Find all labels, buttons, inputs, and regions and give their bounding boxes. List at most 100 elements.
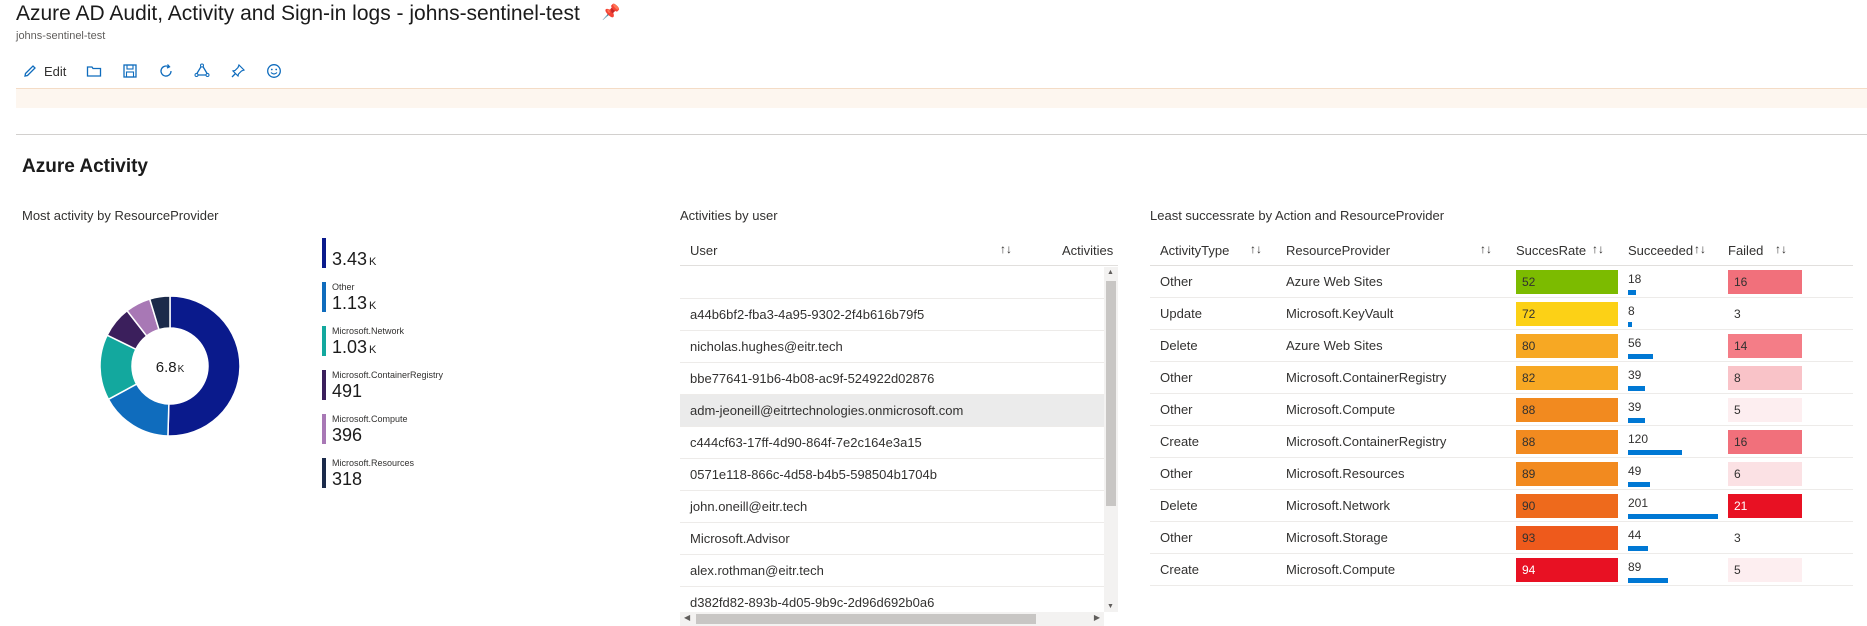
legend-value: 1.03 K xyxy=(332,337,377,357)
cell-activitytype: Create xyxy=(1160,562,1200,577)
legend-item[interactable]: Microsoft.Resources 318 xyxy=(322,458,443,502)
table-row[interactable]: Other Microsoft.Resources 89 49 6 xyxy=(1150,458,1853,490)
table-row[interactable]: bbe77641-91b6-4b08-ac9f-524922d02876 xyxy=(680,363,1104,395)
activities-by-user-grid: User ↑↓ Activities a44b6bf2-fba3-4a95-93… xyxy=(680,236,1118,626)
folder-icon xyxy=(87,66,102,77)
resource-provider-donut[interactable]: 6.8K xyxy=(100,296,240,436)
cell-succeeded: 8 xyxy=(1628,302,1728,327)
cell-resourceprovider: Azure Web Sites xyxy=(1286,274,1383,289)
cell-succeeded: 201 xyxy=(1628,494,1728,519)
edit-button[interactable]: Edit xyxy=(22,63,66,79)
table-row[interactable]: Create Microsoft.Compute 94 89 5 xyxy=(1150,554,1853,586)
cell-successrate: 52 xyxy=(1516,270,1618,294)
cell-failed: 3 xyxy=(1728,526,1802,550)
activities-by-user-title: Activities by user xyxy=(680,208,778,223)
column-header-failed[interactable]: Failed xyxy=(1728,243,1763,258)
cell-failed: 6 xyxy=(1728,462,1802,486)
table-row[interactable] xyxy=(680,267,1104,299)
legend-item[interactable]: Other 1.13 K xyxy=(322,282,443,326)
cell-succeeded: 39 xyxy=(1628,398,1728,423)
grid-header: ActivityType ↑↓ ResourceProvider ↑↓ Succ… xyxy=(1150,236,1853,266)
table-row[interactable]: Other Microsoft.ContainerRegistry 82 39 … xyxy=(1150,362,1853,394)
table-row[interactable]: Microsoft.Advisor xyxy=(680,523,1104,555)
cell-resourceprovider: Microsoft.Network xyxy=(1286,498,1391,513)
cell-successrate: 80 xyxy=(1516,334,1618,358)
column-header-activities[interactable]: Activities xyxy=(1062,243,1113,258)
scrollbar-thumb[interactable] xyxy=(696,614,1036,624)
column-header-resourceprovider[interactable]: ResourceProvider xyxy=(1286,243,1390,258)
column-header-user[interactable]: User xyxy=(690,243,717,258)
table-row[interactable]: Other Microsoft.Storage 93 44 3 xyxy=(1150,522,1853,554)
succeeded-value: 44 xyxy=(1628,528,1642,542)
sort-icon[interactable]: ↑↓ xyxy=(1250,242,1262,256)
cell-activitytype: Other xyxy=(1160,530,1193,545)
cell-resourceprovider: Microsoft.Resources xyxy=(1286,466,1405,481)
legend-item[interactable]: Microsoft.Compute 396 xyxy=(322,414,443,458)
cell-activitytype: Update xyxy=(1160,306,1202,321)
succeeded-bar xyxy=(1628,482,1650,487)
table-row[interactable]: john.oneill@eitr.tech xyxy=(680,491,1104,523)
scroll-up-icon[interactable]: ▲ xyxy=(1107,269,1114,276)
legend-item[interactable]: Microsoft.ContainerRegistry 491 xyxy=(322,370,443,414)
pin-icon[interactable]: 📌 xyxy=(602,3,621,21)
donut-legend: 3.43 K Other 1.13 K Microsoft.Network 1.03… xyxy=(322,238,443,502)
sort-icon[interactable]: ↑↓ xyxy=(1775,242,1787,256)
column-header-successrate[interactable]: SuccesRate xyxy=(1516,243,1586,258)
legend-item[interactable]: Microsoft.Network 1.03 K xyxy=(322,326,443,370)
cell-successrate: 72 xyxy=(1516,302,1618,326)
table-row[interactable]: adm-jeoneill@eitrtechnologies.onmicrosof… xyxy=(680,395,1104,427)
cell-activitytype: Other xyxy=(1160,274,1193,289)
cell-activitytype: Other xyxy=(1160,402,1193,417)
save-button[interactable] xyxy=(122,63,138,79)
save-icon xyxy=(123,64,138,78)
cell-successrate: 94 xyxy=(1516,558,1618,582)
scroll-right-icon[interactable]: ▶ xyxy=(1094,613,1100,622)
sort-icon[interactable]: ↑↓ xyxy=(1480,242,1492,256)
table-row[interactable]: Delete Azure Web Sites 80 56 14 xyxy=(1150,330,1853,362)
succeeded-bar xyxy=(1628,354,1653,359)
sort-icon[interactable]: ↑↓ xyxy=(1000,242,1012,256)
share-button[interactable] xyxy=(194,63,210,79)
succeeded-bar xyxy=(1628,386,1645,391)
refresh-button[interactable] xyxy=(158,63,174,79)
legend-item[interactable]: 3.43 K xyxy=(322,238,443,282)
table-row[interactable]: a44b6bf2-fba3-4a95-9302-2f4b616b79f5 xyxy=(680,299,1104,331)
open-button[interactable] xyxy=(86,63,102,79)
feedback-button[interactable] xyxy=(266,63,282,79)
table-row[interactable]: 0571e118-866c-4d58-b4b5-598504b1704b xyxy=(680,459,1104,491)
scroll-left-icon[interactable]: ◀ xyxy=(684,613,690,622)
pin-dashboard-button[interactable] xyxy=(230,63,246,79)
legend-swatch xyxy=(322,370,326,400)
cell-resourceprovider: Microsoft.Storage xyxy=(1286,530,1388,545)
scrollbar-thumb[interactable] xyxy=(1106,281,1116,506)
horizontal-scrollbar[interactable]: ◀ ▶ xyxy=(680,612,1104,626)
legend-value: 491 xyxy=(332,381,363,401)
succeeded-bar xyxy=(1628,514,1718,519)
table-row[interactable]: nicholas.hughes@eitr.tech xyxy=(680,331,1104,363)
table-row[interactable]: Update Microsoft.KeyVault 72 8 3 xyxy=(1150,298,1853,330)
succeeded-value: 89 xyxy=(1628,560,1642,574)
table-row[interactable]: alex.rothman@eitr.tech xyxy=(680,555,1104,587)
legend-value: 3.43 K xyxy=(332,249,377,269)
table-row[interactable]: c444cf63-17ff-4d90-864f-7e2c164e3a15 xyxy=(680,427,1104,459)
table-row[interactable]: Other Microsoft.Compute 88 39 5 xyxy=(1150,394,1853,426)
table-row[interactable]: Other Azure Web Sites 52 18 16 xyxy=(1150,266,1853,298)
sort-icon[interactable]: ↑↓ xyxy=(1694,242,1706,256)
column-header-succeeded[interactable]: Succeeded xyxy=(1628,243,1693,258)
succeeded-bar xyxy=(1628,578,1668,583)
cell-resourceprovider: Microsoft.Compute xyxy=(1286,402,1396,417)
scroll-down-icon[interactable]: ▼ xyxy=(1107,603,1114,610)
cell-resourceprovider: Microsoft.ContainerRegistry xyxy=(1286,434,1447,449)
vertical-scrollbar[interactable]: ▲ ▼ xyxy=(1104,267,1118,612)
legend-value: 396 xyxy=(332,425,363,445)
cell-failed: 16 xyxy=(1728,430,1802,454)
cell-activitytype: Other xyxy=(1160,370,1193,385)
refresh-icon xyxy=(160,64,173,77)
legend-label xyxy=(332,238,443,249)
column-header-activitytype[interactable]: ActivityType xyxy=(1160,243,1229,258)
table-row[interactable]: Create Microsoft.ContainerRegistry 88 12… xyxy=(1150,426,1853,458)
sort-icon[interactable]: ↑↓ xyxy=(1592,242,1604,256)
succeeded-bar xyxy=(1628,322,1632,327)
legend-swatch xyxy=(322,414,326,444)
table-row[interactable]: Delete Microsoft.Network 90 201 21 xyxy=(1150,490,1853,522)
